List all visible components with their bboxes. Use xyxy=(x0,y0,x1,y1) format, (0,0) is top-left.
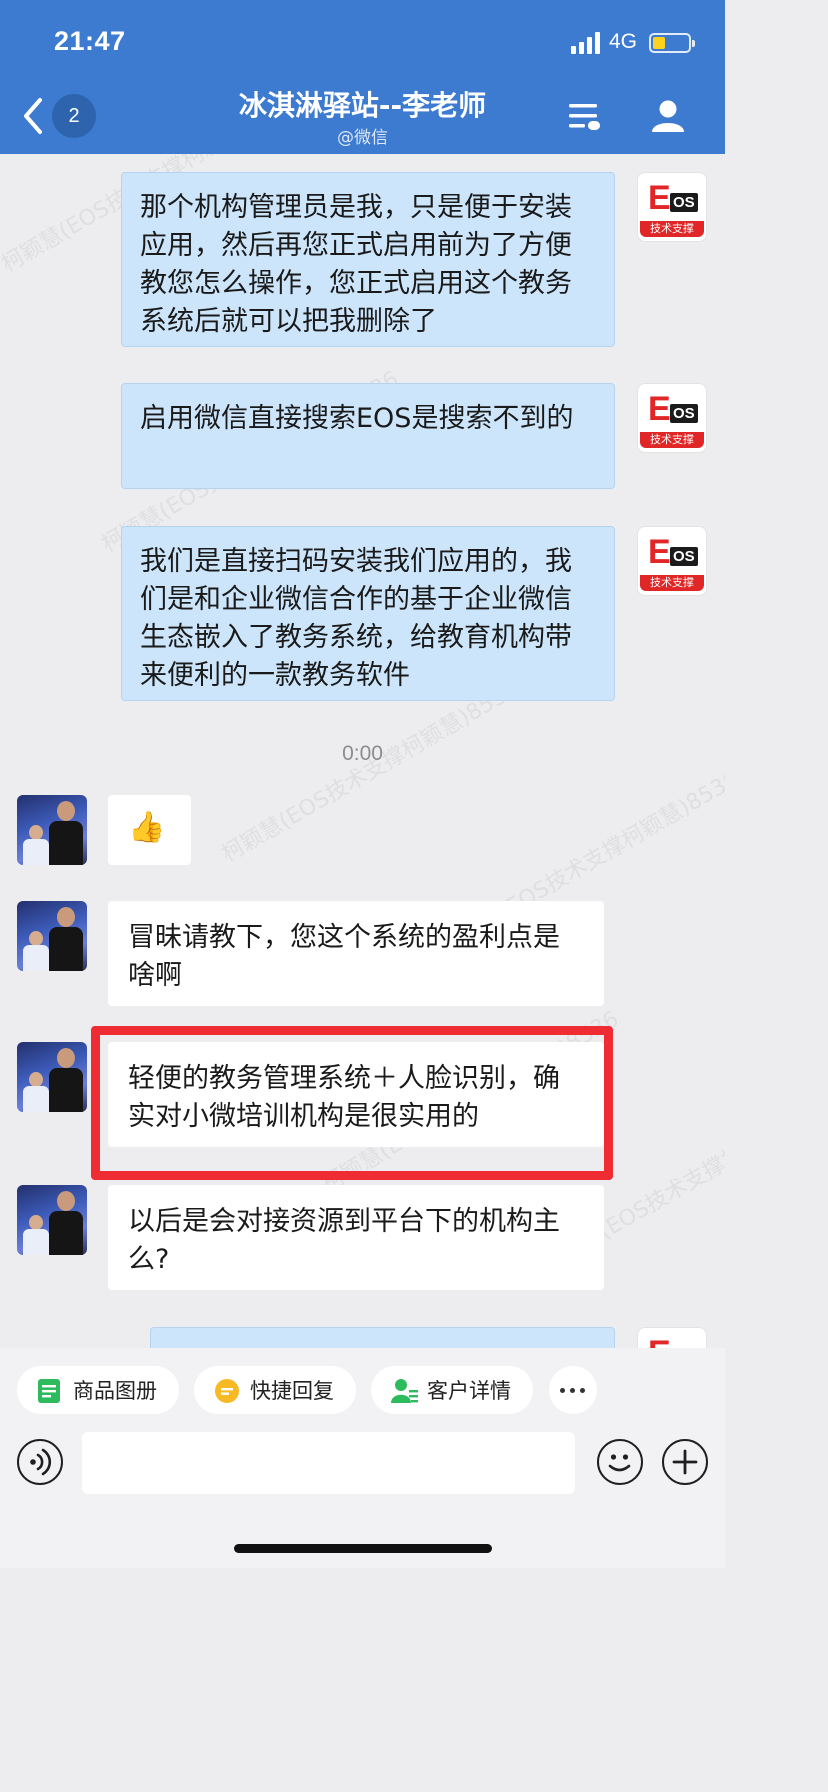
plus-icon xyxy=(672,1449,698,1475)
status-time: 21:47 xyxy=(54,26,126,56)
signal-icon xyxy=(571,32,601,54)
customer-detail-label: 客户详情 xyxy=(427,1379,511,1403)
eos-avatar-tag: 技术支撑 xyxy=(640,221,704,237)
eos-logo-letter: E xyxy=(648,179,671,217)
quick-action-bar: 商品图册 快捷回复 客户详情 xyxy=(0,1348,725,1432)
eos-logo-letter: E xyxy=(648,1334,671,1348)
chat-subtitle: @微信 xyxy=(337,128,388,148)
message-input[interactable] xyxy=(82,1432,575,1494)
message-list[interactable]: 柯颖慧(EOS技术支撑柯颖慧)8536 柯颖慧(EOS技术支撑柯颖慧)8536 … xyxy=(0,154,725,1348)
highlight-annotation-box xyxy=(91,1026,613,1180)
chat-header: 21:47 4G 2 冰淇淋驿站--李老师 @微信 xyxy=(0,0,725,154)
message-input-bar xyxy=(0,1432,725,1568)
home-indicator xyxy=(234,1544,492,1553)
chat-list-icon[interactable] xyxy=(567,100,601,134)
eos-logo-letter: E xyxy=(648,533,671,571)
eos-avatar[interactable]: E xyxy=(637,1327,707,1348)
message-bubble-outgoing[interactable]: 那个机构管理员是我，只是便于安装应用，然后再您正式启用前为了方便教您怎么操作，您… xyxy=(121,172,615,347)
smiley-icon xyxy=(608,1454,631,1472)
quick-reply-icon xyxy=(214,1378,239,1403)
message-bubble-incoming[interactable]: 以后是会对接资源到平台下的机构主么? xyxy=(108,1185,604,1290)
eos-avatar[interactable]: E OS 技术支撑 xyxy=(637,526,707,596)
quick-reply-button[interactable]: 快捷回复 xyxy=(194,1366,356,1414)
message-bubble-incoming[interactable]: 👍 xyxy=(108,795,191,865)
product-album-label: 商品图册 xyxy=(73,1379,157,1403)
user-avatar[interactable] xyxy=(17,901,87,971)
more-dots-icon xyxy=(560,1388,565,1393)
product-album-icon xyxy=(37,1378,61,1403)
message-bubble-outgoing-partial[interactable] xyxy=(150,1327,615,1348)
voice-input-button[interactable] xyxy=(17,1439,63,1485)
more-actions-button[interactable] xyxy=(549,1366,597,1414)
emoji-button[interactable] xyxy=(597,1439,643,1485)
eos-avatar-tag: 技术支撑 xyxy=(640,432,704,448)
product-album-button[interactable]: 商品图册 xyxy=(17,1366,179,1414)
message-bubble-outgoing[interactable]: 启用微信直接搜索EOS是搜索不到的 xyxy=(121,383,615,489)
eos-logo-os: OS xyxy=(670,193,698,212)
battery-icon xyxy=(649,33,695,53)
network-type: 4G xyxy=(609,30,638,53)
quick-reply-label: 快捷回复 xyxy=(250,1379,334,1403)
contact-profile-icon[interactable] xyxy=(650,98,686,134)
user-avatar[interactable] xyxy=(17,1042,87,1112)
message-bubble-incoming[interactable]: 冒昧请教下，您这个系统的盈利点是啥啊 xyxy=(108,901,604,1006)
user-avatar[interactable] xyxy=(17,1185,87,1255)
eos-logo-os: OS xyxy=(670,547,698,566)
user-avatar[interactable] xyxy=(17,795,87,865)
customer-detail-button[interactable]: 客户详情 xyxy=(371,1366,533,1414)
chat-title: 冰淇淋驿站--李老师 xyxy=(238,89,487,122)
message-timestamp: 0:00 xyxy=(342,742,383,765)
eos-logo-letter: E xyxy=(648,390,671,428)
eos-avatar[interactable]: E OS 技术支撑 xyxy=(637,172,707,242)
eos-avatar[interactable]: E OS 技术支撑 xyxy=(637,383,707,453)
eos-avatar-tag: 技术支撑 xyxy=(640,575,704,591)
customer-detail-icon xyxy=(391,1378,418,1403)
more-functions-button[interactable] xyxy=(662,1439,708,1485)
voice-icon xyxy=(30,1448,52,1476)
watermark: 柯颖慧(EOS技术支撑柯颖慧)8536 xyxy=(217,676,524,868)
message-bubble-outgoing[interactable]: 我们是直接扫码安装我们应用的，我们是和企业微信合作的基于企业微信生态嵌入了教务系… xyxy=(121,526,615,701)
eos-logo-os: OS xyxy=(670,404,698,423)
